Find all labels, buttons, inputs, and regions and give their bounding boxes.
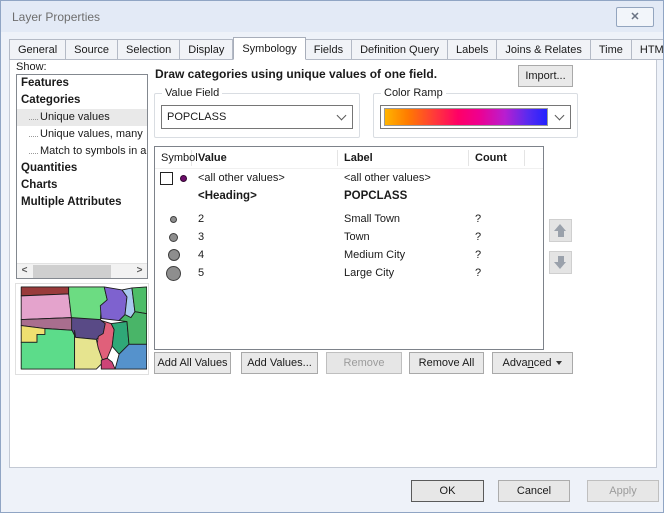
add-all-values-button[interactable]: Add All Values	[154, 352, 231, 374]
tree-item-multiple-attributes[interactable]: Multiple Attributes	[17, 194, 147, 211]
tree-item-unique-values-many[interactable]: Unique values, many	[17, 126, 147, 143]
dialog-title: Layer Properties	[12, 10, 100, 24]
tab-symbology[interactable]: Symbology	[233, 37, 305, 60]
value-field-selected: POPCLASS	[162, 111, 330, 123]
tree-item-features[interactable]: Features	[17, 75, 147, 92]
remove-button[interactable]: Remove	[326, 352, 402, 374]
method-description: Draw categories using unique values of o…	[155, 67, 437, 81]
point-symbol-icon[interactable]	[169, 233, 178, 242]
list-header-row: Symbol Value Label Count	[155, 147, 543, 169]
scroll-left-icon[interactable]: <	[17, 264, 32, 279]
column-header-value[interactable]: Value	[192, 150, 338, 166]
layer-preview-map	[15, 283, 149, 375]
tab-display[interactable]: Display	[180, 39, 233, 60]
title-bar[interactable]: Layer Properties ✕	[1, 1, 663, 32]
move-down-button[interactable]	[549, 251, 572, 274]
tab-definition-query[interactable]: Definition Query	[352, 39, 448, 60]
tab-general[interactable]: General	[9, 39, 66, 60]
point-symbol-icon[interactable]	[166, 266, 181, 281]
down-arrow-icon	[554, 256, 567, 269]
advanced-button-label: Advanced	[503, 353, 552, 373]
close-icon: ✕	[630, 11, 639, 23]
all-other-values-checkbox[interactable]	[160, 172, 173, 185]
scrollbar-thumb[interactable]	[33, 265, 111, 278]
value-field-group: Value Field POPCLASS	[154, 93, 360, 138]
tab-selection[interactable]: Selection	[118, 39, 180, 60]
chevron-down-icon[interactable]	[548, 116, 570, 119]
point-symbol-icon[interactable]	[170, 216, 177, 223]
tree-connector	[29, 117, 38, 120]
add-values-button[interactable]: Add Values...	[241, 352, 318, 374]
cancel-button[interactable]: Cancel	[498, 480, 570, 502]
tree-item-charts[interactable]: Charts	[17, 177, 147, 194]
tree-item-categories[interactable]: Categories	[17, 92, 147, 109]
tab-strip: General Source Selection Display Symbolo…	[9, 37, 664, 60]
chevron-down-icon[interactable]	[330, 116, 352, 119]
tab-source[interactable]: Source	[66, 39, 118, 60]
table-row-heading[interactable]: <Heading> POPCLASS	[155, 187, 543, 205]
color-ramp-group: Color Ramp	[373, 93, 578, 138]
tab-time[interactable]: Time	[591, 39, 632, 60]
color-ramp-preview	[384, 108, 548, 126]
tree-horizontal-scrollbar[interactable]: < >	[17, 263, 147, 278]
point-symbol-icon[interactable]	[168, 249, 180, 261]
tree-connector	[29, 134, 38, 137]
remove-all-button[interactable]: Remove All	[409, 352, 484, 374]
tab-joins-relates[interactable]: Joins & Relates	[497, 39, 590, 60]
tree-item-unique-values[interactable]: Unique values	[17, 109, 147, 126]
advanced-button[interactable]: Advanced	[492, 352, 573, 374]
table-row-value-2[interactable]: 2 Small Town ?	[155, 210, 543, 228]
move-up-button[interactable]	[549, 219, 572, 242]
preview-map-image	[17, 285, 147, 373]
tree-item-match-symbols[interactable]: Match to symbols in a	[17, 143, 147, 160]
tab-fields[interactable]: Fields	[306, 39, 352, 60]
import-button[interactable]: Import...	[518, 65, 573, 87]
tab-labels[interactable]: Labels	[448, 39, 497, 60]
tab-html-popup[interactable]: HTML Popup	[632, 39, 664, 60]
table-row-value-3[interactable]: 3 Town ?	[155, 228, 543, 246]
column-header-symbol[interactable]: Symbol	[155, 150, 192, 166]
color-ramp-dropdown[interactable]	[380, 105, 571, 129]
color-ramp-label: Color Ramp	[381, 87, 446, 99]
show-tree: Features Categories Unique values Unique…	[16, 74, 148, 279]
scroll-right-icon[interactable]: >	[132, 264, 147, 279]
value-field-label: Value Field	[162, 87, 222, 99]
value-field-dropdown[interactable]: POPCLASS	[161, 105, 353, 129]
table-row-value-4[interactable]: 4 Medium City ?	[155, 246, 543, 264]
dropdown-arrow-icon	[556, 361, 562, 365]
table-row-all-other-values[interactable]: <all other values> <all other values>	[155, 169, 543, 187]
tree-connector	[29, 151, 38, 154]
table-row-value-5[interactable]: 5 Large City ?	[155, 264, 543, 282]
apply-button[interactable]: Apply	[587, 480, 659, 502]
column-header-count[interactable]: Count	[469, 150, 525, 166]
close-button[interactable]: ✕	[616, 7, 654, 27]
point-symbol-icon[interactable]	[180, 175, 187, 182]
layer-properties-dialog: Layer Properties ✕ General Source Select…	[0, 0, 664, 513]
ok-button[interactable]: OK	[411, 480, 484, 502]
show-label: Show:	[16, 61, 47, 73]
symbology-page: Show: Features Categories Unique values …	[9, 59, 657, 468]
unique-values-list[interactable]: Symbol Value Label Count <all other valu…	[154, 146, 544, 350]
column-header-label[interactable]: Label	[338, 150, 469, 166]
up-arrow-icon	[554, 224, 567, 237]
tree-item-quantities[interactable]: Quantities	[17, 160, 147, 177]
